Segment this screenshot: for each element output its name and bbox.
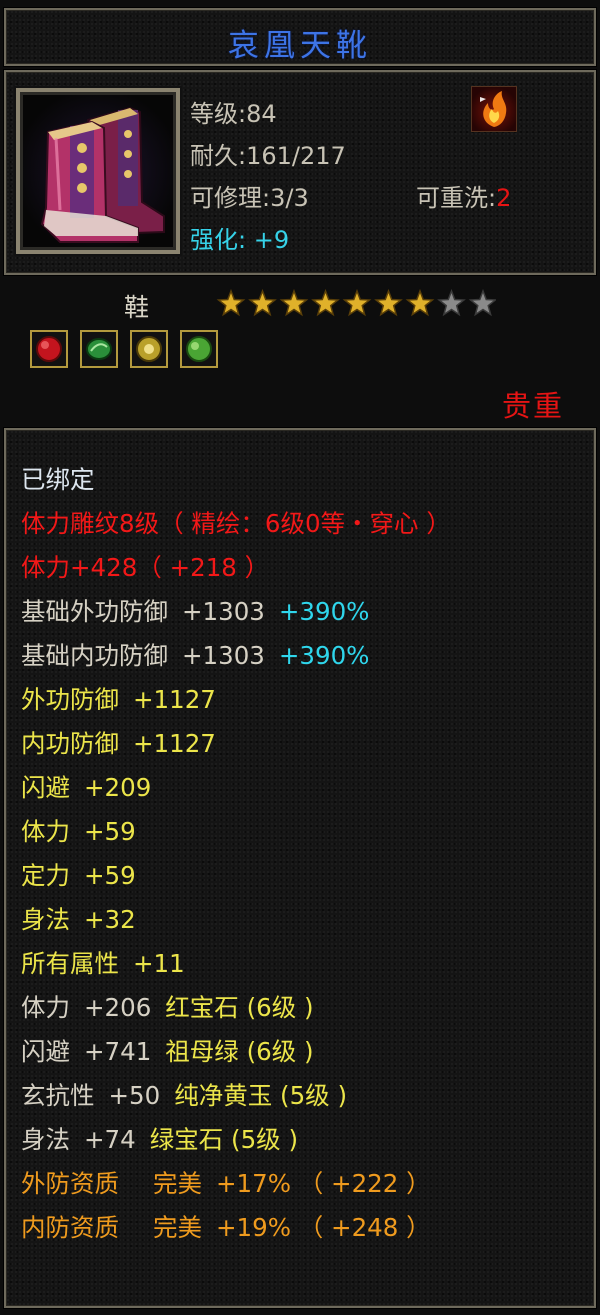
gem-slot-yellow-jade[interactable] (130, 330, 168, 368)
stat-value: +1127 (133, 729, 216, 758)
stat-label: 基础内功防御 (21, 641, 168, 670)
gem-name: 纯净黄玉 (5级 ) (174, 1081, 347, 1110)
stat-value: +19% （ +248 ） (216, 1213, 431, 1242)
gem-name: 祖母绿 (6级 ) (165, 1037, 314, 1066)
repair-label: 可修理: (190, 184, 271, 212)
stamina-stat: 体力 +59 (21, 810, 451, 854)
stat-value: +209 (84, 773, 152, 802)
green-gem-icon (186, 336, 212, 362)
gem-stat-topaz: 玄抗性 +50 纯净黄玉 (5级 ) (21, 1074, 451, 1118)
inner-defense: 内功防御 +1127 (21, 722, 451, 766)
stamina-main-line: 体力+428（ +218 ） (21, 553, 270, 582)
stat-value: +11 (133, 949, 185, 978)
stat-value: +741 (84, 1037, 152, 1066)
star-empty-icon (437, 289, 466, 317)
title-bar: 哀凰天靴 (4, 8, 596, 66)
gem-stat-ruby: 体力 +206 红宝石 (6级 ) (21, 986, 451, 1030)
gem-slot-red[interactable] (30, 330, 68, 368)
stat-label: 基础外功防御 (21, 597, 168, 626)
boots-icon (40, 106, 165, 243)
stat-bonus: +390% (278, 597, 370, 626)
stat-value: +59 (84, 817, 136, 846)
stat-label: 外功防御 (21, 685, 119, 714)
red-gem-icon (36, 336, 62, 362)
star-filled-icon (342, 289, 372, 317)
stat-label: 内功防御 (21, 729, 119, 758)
star-filled-icon (279, 289, 309, 317)
rewash-stat: 可重洗:2 (416, 178, 511, 213)
stat-label: 闪避 (21, 773, 70, 802)
agility-stat: 身法 +32 (21, 898, 451, 942)
stat-label: 玄抗性 (21, 1081, 95, 1110)
carving-line: 体力雕纹8级（ 精绘：6级0等・穿心 ） (21, 509, 451, 538)
durability-label: 耐久: (190, 142, 247, 170)
item-icon-frame[interactable] (16, 88, 180, 254)
durability-value: 161/217 (246, 142, 346, 170)
stat-value: +74 (84, 1125, 136, 1154)
aptitude-grade: 完美 (153, 1213, 202, 1242)
stat-label: 内防资质 (21, 1213, 119, 1242)
stat-label: 身法 (21, 1125, 70, 1154)
stat-bonus: +390% (278, 641, 370, 670)
base-outer-defense: 基础外功防御 +1303 +390% (21, 590, 451, 634)
base-inner-defense: 基础内功防御 +1303 +390% (21, 634, 451, 678)
stat-label: 定力 (21, 861, 70, 890)
item-type: 鞋 (124, 293, 150, 322)
stat-value: +17% （ +222 ） (216, 1169, 431, 1198)
star-filled-icon (405, 289, 435, 317)
stat-label: 所有属性 (21, 949, 119, 978)
rewash-value: 2 (496, 184, 512, 212)
star-filled-icon (311, 289, 340, 317)
stat-label: 闪避 (21, 1037, 70, 1066)
quality-label: 贵重 (501, 389, 564, 423)
focus-stat: 定力 +59 (21, 854, 451, 898)
repair-stat: 可修理:3/3 (190, 178, 309, 213)
gem-name: 绿宝石 (5级 ) (149, 1125, 298, 1154)
repair-value: 3/3 (270, 184, 309, 212)
item-name: 哀凰天靴 (228, 28, 372, 64)
stat-value: +59 (84, 861, 136, 890)
emerald-gem-icon (86, 338, 112, 360)
level-value: 84 (246, 100, 277, 128)
gem-stat-emerald: 闪避 +741 祖母绿 (6级 ) (21, 1030, 451, 1074)
bound-status: 已绑定 (21, 465, 95, 494)
attributes-panel: 已绑定 体力雕纹8级（ 精绘：6级0等・穿心 ） 体力+428（ +218 ） … (4, 428, 596, 1308)
star-filled-icon (248, 289, 277, 317)
gem-slot-emerald[interactable] (80, 330, 118, 368)
star-filled-icon (374, 289, 403, 317)
aptitude-grade: 完美 (153, 1169, 202, 1198)
yellow-jade-gem-icon (136, 336, 162, 362)
rewash-label: 可重洗: (416, 184, 497, 212)
inner-defense-aptitude: 内防资质 完美 +19% （ +248 ） (21, 1206, 451, 1250)
gem-name: 红宝石 (6级 ) (165, 993, 314, 1022)
stat-label: 体力 (21, 993, 70, 1022)
star-empty-icon (468, 289, 496, 317)
level-label: 等级: (190, 100, 247, 128)
dodge-stat: 闪避 +209 (21, 766, 451, 810)
stat-value: +1127 (133, 685, 216, 714)
flame-badge-icon (471, 86, 517, 132)
outer-defense-aptitude: 外防资质 完美 +17% （ +222 ） (21, 1162, 451, 1206)
stat-label: 外防资质 (21, 1169, 119, 1198)
enhance-stat: 强化: +9 (190, 220, 289, 255)
stat-label: 身法 (21, 905, 70, 934)
all-attributes-stat: 所有属性 +11 (21, 942, 451, 986)
outer-defense: 外功防御 +1127 (21, 678, 451, 722)
enhance-value: +9 (253, 226, 290, 254)
stat-value: +50 (108, 1081, 161, 1110)
level-stat: 等级:84 (190, 94, 277, 129)
star-filled-icon (216, 289, 246, 317)
enhance-label: 强化: (190, 226, 247, 254)
gem-stat-green: 身法 +74 绿宝石 (5级 ) (21, 1118, 451, 1162)
stat-value: +32 (84, 905, 136, 934)
gem-slot-green[interactable] (180, 330, 218, 368)
stat-value: +206 (84, 993, 152, 1022)
stat-value: +1303 (182, 597, 265, 626)
item-info-panel: 等级:84 耐久:161/217 可修理:3/3 可重洗:2 强化: +9 (4, 70, 596, 275)
stat-label: 体力 (21, 817, 70, 846)
star-rating (216, 289, 496, 317)
stat-value: +1303 (182, 641, 265, 670)
durability-stat: 耐久:161/217 (190, 136, 346, 171)
